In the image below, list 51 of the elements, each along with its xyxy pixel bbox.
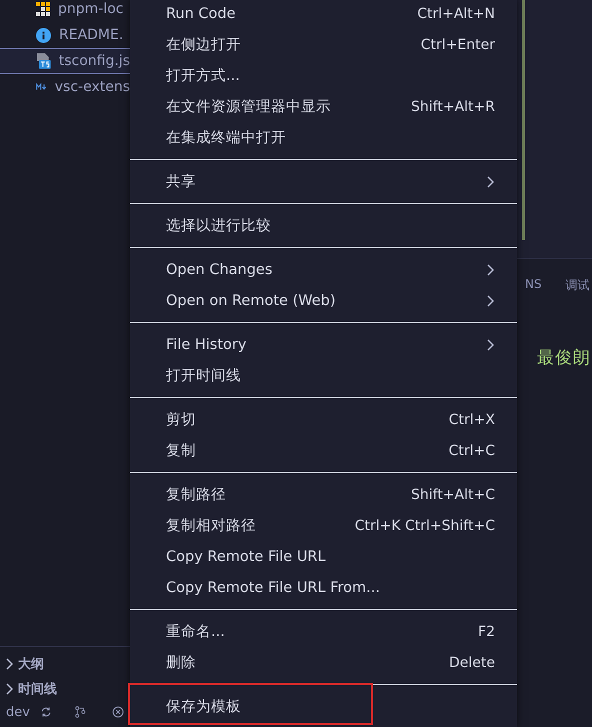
info-icon [36, 28, 51, 42]
menu-item[interactable]: Copy Remote File URL [130, 541, 517, 572]
shortcut-text: Shift+Alt+C [410, 486, 495, 502]
menu-item[interactable]: 打开方式... [130, 60, 517, 91]
pnpm-icon [36, 2, 50, 16]
menu-item[interactable]: 共享 [130, 166, 517, 197]
panel-tab[interactable]: 调试 [566, 277, 590, 294]
file-name: pnpm-loc [58, 1, 124, 17]
menu-item[interactable]: Run Code Ctrl+Alt+N [130, 0, 517, 29]
menu-item[interactable]: File History [130, 329, 517, 360]
section-header[interactable]: 大纲 [18, 654, 44, 672]
output-text: 最俊朗 [536, 347, 592, 369]
menu-item[interactable]: 在侧边打开 Ctrl+Enter [130, 29, 517, 60]
shortcut-text: Ctrl+K Ctrl+Shift+C [354, 518, 495, 534]
file-name: README. [59, 27, 124, 43]
menu-item[interactable]: 剪切 Ctrl+X [130, 404, 517, 435]
file-item[interactable]: tsconfig.js [0, 48, 130, 74]
section-header[interactable]: 时间线 [18, 680, 57, 698]
menu-item[interactable]: 选择以进行比较 [130, 210, 517, 241]
shortcut-text: Ctrl+Enter [420, 36, 495, 52]
shortcut-text: F2 [478, 624, 495, 640]
menu-item[interactable]: Open on Remote (Web) [130, 285, 517, 316]
typescript-file-icon [36, 53, 51, 69]
file-name: vsc-extens [54, 79, 130, 95]
menu-item[interactable]: Copy Remote File URL From... [130, 572, 517, 603]
file-item[interactable]: pnpm-loc [0, 0, 130, 22]
chevron-icon [4, 658, 14, 670]
menu-item[interactable]: 复制相对路径 Ctrl+K Ctrl+Shift+C [130, 510, 517, 541]
git-compare-icon[interactable] [75, 704, 86, 720]
menu-item[interactable]: 在集成终端中打开 [130, 122, 517, 153]
branch-name[interactable]: dev [6, 704, 30, 720]
shortcut-text: Ctrl+C [448, 442, 495, 458]
shortcut-text: Ctrl+X [448, 412, 495, 428]
file-name: tsconfig.js [58, 53, 130, 69]
menu-item[interactable]: 在文件资源管理器中显示 Shift+Alt+R [130, 91, 517, 122]
panel-tab[interactable]: NS [525, 277, 542, 294]
menu-item[interactable]: 打开时间线 [130, 360, 517, 391]
menu-item[interactable]: 删除 Delete [130, 647, 517, 678]
shortcut-text: Delete [449, 654, 495, 670]
markdown-icon [36, 82, 47, 92]
chevron-icon [4, 682, 14, 694]
error-icon[interactable] [112, 704, 124, 720]
shortcut-text: Shift+Alt+R [411, 98, 495, 114]
menu-item[interactable]: 复制路径 Shift+Alt+C [130, 479, 517, 510]
menu-item[interactable]: 保存为模板 [130, 691, 517, 722]
menu-item[interactable]: 复制 Ctrl+C [130, 435, 517, 466]
file-item[interactable]: vsc-extens [0, 74, 130, 100]
menu-item[interactable]: Open Changes [130, 254, 517, 285]
menu-item[interactable]: 重命名... F2 [130, 616, 517, 647]
shortcut-text: Ctrl+Alt+N [417, 6, 495, 22]
file-item[interactable]: README. [0, 22, 130, 48]
